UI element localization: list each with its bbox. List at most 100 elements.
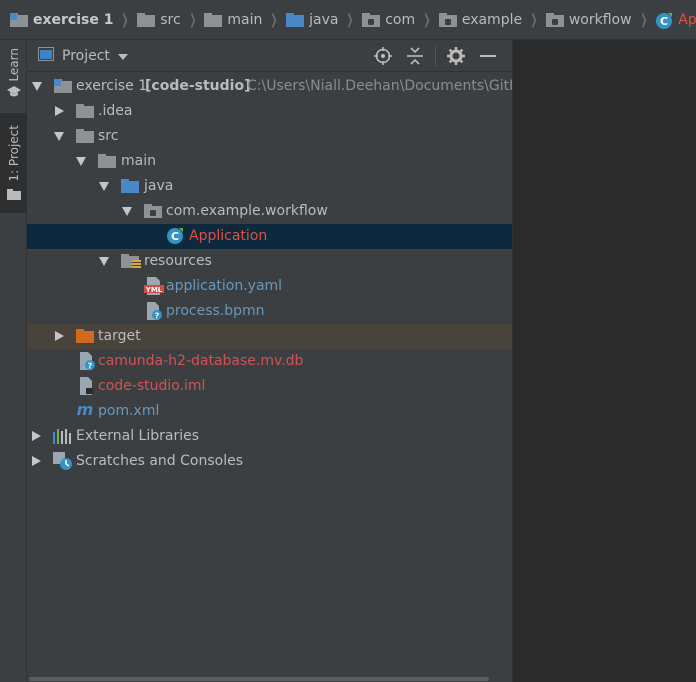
tree-node-external-libraries[interactable]: External Libraries xyxy=(27,424,512,449)
tree-node-process-bpmn[interactable]: ? process.bpmn xyxy=(27,299,512,324)
folder-icon xyxy=(76,129,94,143)
breadcrumb-label: java xyxy=(309,11,339,28)
breadcrumb-label: exercise 1 xyxy=(33,11,114,28)
folder-icon xyxy=(98,154,116,168)
chevron-down-icon[interactable] xyxy=(117,48,128,64)
gear-icon[interactable] xyxy=(440,40,472,72)
breadcrumb-label: example xyxy=(461,11,523,28)
locate-icon[interactable] xyxy=(367,40,399,72)
tree-node-label: java xyxy=(144,178,174,194)
tree-node-application[interactable]: C Application xyxy=(27,224,512,249)
tree-node-scratches[interactable]: Scratches and Consoles xyxy=(27,449,512,474)
learn-tab-label: Learn xyxy=(6,48,21,82)
package-icon xyxy=(438,12,457,28)
module-folder-icon xyxy=(10,12,28,28)
breadcrumb-item-main[interactable]: main xyxy=(204,0,263,39)
editor-area[interactable] xyxy=(512,40,696,682)
breadcrumb-label: com xyxy=(385,11,416,28)
chevron-right-icon[interactable] xyxy=(32,456,41,466)
tree-node-java[interactable]: java xyxy=(27,174,512,199)
package-icon xyxy=(144,204,162,218)
graduation-cap-icon xyxy=(6,85,21,102)
chevron-down-icon[interactable] xyxy=(99,182,109,191)
svg-text:?: ? xyxy=(88,362,93,371)
chevron-down-icon[interactable] xyxy=(99,257,109,266)
chevron-right-icon[interactable] xyxy=(32,431,41,441)
tree-node-label: camunda-h2-database.mv.db xyxy=(98,353,304,369)
tree-node-iml-file[interactable]: code-studio.iml xyxy=(27,374,512,399)
folder-icon xyxy=(6,188,21,204)
chevron-down-icon[interactable] xyxy=(54,132,64,141)
breadcrumb-separator: ❯ xyxy=(189,11,197,28)
module-file-icon xyxy=(79,377,95,399)
spring-boot-class-icon: C xyxy=(166,227,184,249)
project-tool-tab[interactable]: 1: Project xyxy=(0,113,27,213)
module-path: C:\Users\Niall.Deehan\Documents\GitHu xyxy=(247,78,529,94)
hide-icon[interactable] xyxy=(472,40,504,72)
tree-node-idea[interactable]: .idea xyxy=(27,99,512,124)
excluded-folder-icon xyxy=(76,329,94,343)
collapse-all-icon[interactable] xyxy=(399,40,431,72)
project-view-selector[interactable]: Project xyxy=(62,48,110,64)
chevron-right-icon[interactable] xyxy=(55,331,64,341)
tree-node-label: process.bpmn xyxy=(166,303,265,319)
breadcrumb-item-exercise-1[interactable]: exercise 1 xyxy=(10,0,114,39)
tree-node-label: main xyxy=(121,153,156,169)
breadcrumb-separator: ❯ xyxy=(639,11,647,28)
breadcrumb-label: main xyxy=(227,11,263,28)
breadcrumb-separator: ❯ xyxy=(423,11,431,28)
tree-node-db-file[interactable]: ? camunda-h2-database.mv.db xyxy=(27,349,512,374)
breadcrumb-item-workflow[interactable]: workflow xyxy=(545,0,632,39)
breadcrumb-item-application[interactable]: C Application xyxy=(655,0,696,39)
tree-node-label: exercise 1 xyxy=(76,78,148,94)
yaml-file-icon: YML xyxy=(144,277,164,299)
tree-node-label: Application xyxy=(189,228,268,244)
breadcrumb-label: Application xyxy=(678,11,696,28)
chevron-down-icon[interactable] xyxy=(32,82,42,91)
tree-node-src[interactable]: src xyxy=(27,124,512,149)
tree-node-package[interactable]: com.example.workflow xyxy=(27,199,512,224)
chevron-down-icon[interactable] xyxy=(122,207,132,216)
breadcrumb-separator: ❯ xyxy=(121,11,129,28)
chevron-right-icon[interactable] xyxy=(55,106,64,116)
tree-node-target[interactable]: target xyxy=(27,324,512,349)
breadcrumb-label: workflow xyxy=(568,11,632,28)
tree-node-label: resources xyxy=(144,253,212,269)
tree-node-label: .idea xyxy=(98,103,133,119)
breadcrumb-item-com[interactable]: com xyxy=(362,0,416,39)
tree-node-label: src xyxy=(98,128,119,144)
svg-text:C: C xyxy=(660,15,668,28)
tree-node-label: application.yaml xyxy=(166,278,283,294)
project-panel: Project exercise 1 [code-studio] C:\User… xyxy=(27,40,529,682)
svg-text:?: ? xyxy=(155,312,160,321)
source-folder-icon xyxy=(286,12,305,28)
svg-text:m: m xyxy=(77,401,94,419)
project-tab-label: 1: Project xyxy=(6,125,21,182)
tree-node-label: External Libraries xyxy=(76,428,199,444)
breadcrumb-separator: ❯ xyxy=(346,11,354,28)
tree-node-label: Scratches and Consoles xyxy=(76,453,243,469)
breadcrumb-item-java[interactable]: java xyxy=(286,0,339,39)
breadcrumb-separator: ❯ xyxy=(270,11,278,28)
tree-node-main[interactable]: main xyxy=(27,149,512,174)
tree-node-pom[interactable]: m pom.xml xyxy=(27,399,512,424)
breadcrumb-item-example[interactable]: example xyxy=(438,0,523,39)
navigation-breadcrumb: exercise 1 ❯ src ❯ main ❯ java ❯ com ❯ e… xyxy=(0,0,696,40)
tree-node-label: code-studio.iml xyxy=(98,378,206,394)
chevron-down-icon[interactable] xyxy=(76,157,86,166)
tree-node-label: com.example.workflow xyxy=(166,203,328,219)
breadcrumb-separator: ❯ xyxy=(530,11,538,28)
horizontal-scrollbar[interactable] xyxy=(27,677,512,682)
unknown-file-icon: ? xyxy=(146,302,162,324)
tree-node-exercise-1[interactable]: exercise 1 [code-studio] C:\Users\Niall.… xyxy=(27,74,529,99)
tree-node-application-yaml[interactable]: YML application.yaml xyxy=(27,274,512,299)
tree-node-resources[interactable]: resources xyxy=(27,249,512,274)
breadcrumb-item-src[interactable]: src xyxy=(137,0,181,39)
svg-text:YML: YML xyxy=(145,286,163,294)
spring-boot-class-icon: C xyxy=(655,12,673,29)
scrollbar-thumb[interactable] xyxy=(29,677,489,681)
module-folder-icon xyxy=(54,79,72,93)
breadcrumb-label: src xyxy=(160,11,181,28)
learn-tool-tab[interactable]: Learn xyxy=(0,42,27,106)
tree-node-label: pom.xml xyxy=(98,403,160,419)
